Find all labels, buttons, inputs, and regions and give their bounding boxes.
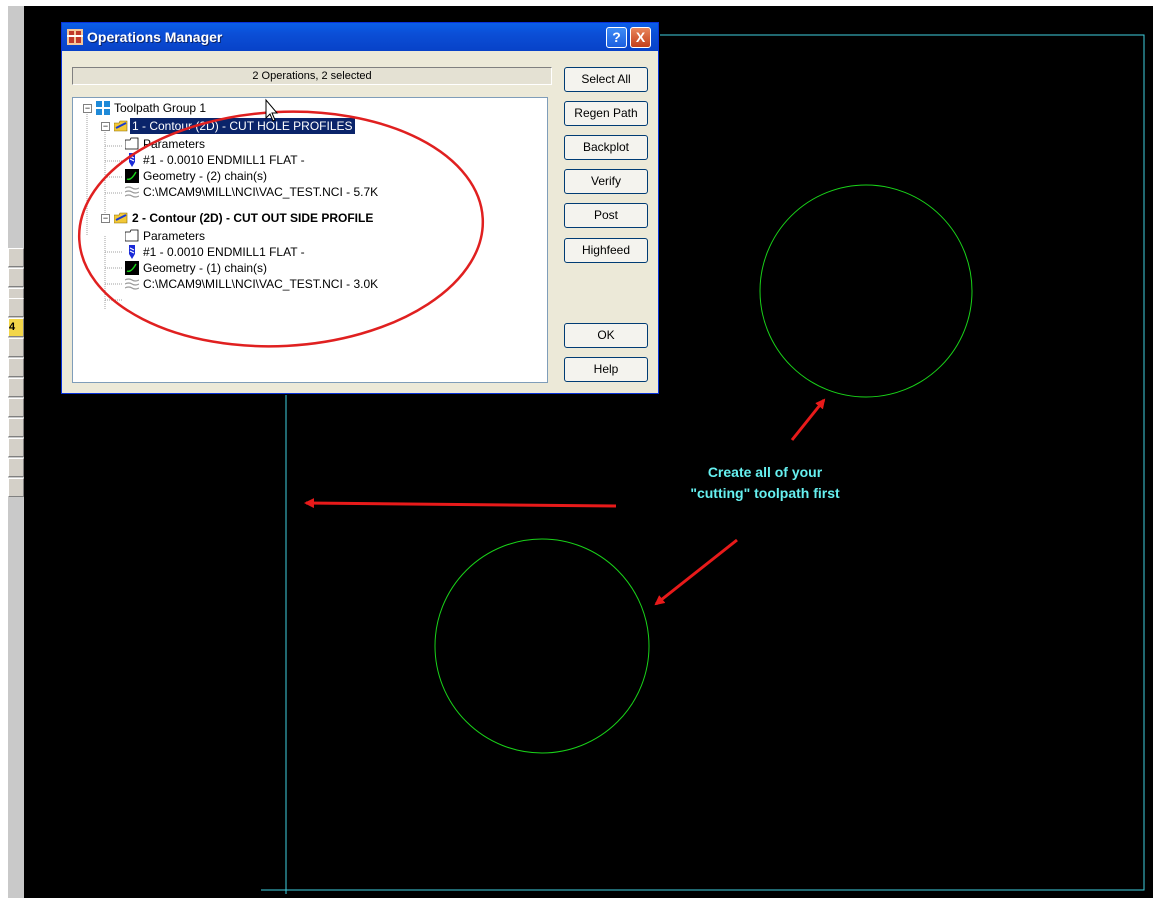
folder-icon (125, 137, 139, 150)
help-caption-button[interactable]: ? (606, 27, 627, 48)
nci-file-icon (125, 186, 139, 198)
collapse-icon[interactable]: − (83, 104, 92, 113)
toolbar-button[interactable] (8, 478, 24, 497)
tree-item-label: #1 - 0.0010 ENDMILL1 FLAT - (143, 153, 305, 167)
annotation-caption: Create all of your "cutting" toolpath fi… (620, 462, 910, 504)
backplot-button[interactable]: Backplot (564, 135, 648, 160)
toolbar-button[interactable] (8, 458, 24, 477)
collapse-icon[interactable]: − (101, 122, 110, 131)
arrow-to-right-circle (790, 398, 826, 441)
dialog-title: Operations Manager (87, 29, 223, 45)
tree-item-label: Geometry - (2) chain(s) (143, 169, 268, 183)
toolbar-button[interactable] (8, 298, 24, 317)
toolpath-group-icon (96, 101, 110, 115)
operation-folder-icon (114, 120, 128, 132)
toolbar-button[interactable] (8, 398, 24, 417)
endmill-icon (129, 153, 135, 167)
hole-circle-bottom (434, 538, 650, 754)
operations-tree[interactable]: − Toolpath Group 1 − 1 - Contour (2D) - … (72, 97, 548, 383)
operation-folder-icon (114, 212, 128, 224)
tree-node-tool[interactable]: #1 - 0.0010 ENDMILL1 FLAT - (113, 152, 413, 168)
left-edge-strip (0, 0, 8, 898)
tree-operation-label: 1 - Contour (2D) - CUT HOLE PROFILES (130, 118, 355, 134)
tree-item-label: Parameters (143, 137, 206, 151)
tree-item-label: C:\MCAM9\MILL\NCI\VAC_TEST.NCI - 3.0K (143, 277, 379, 291)
highfeed-button[interactable]: Highfeed (564, 238, 648, 263)
tree-node-nci-file[interactable]: C:\MCAM9\MILL\NCI\VAC_TEST.NCI - 3.0K (113, 276, 433, 292)
tree-node-group[interactable]: − Toolpath Group 1 (77, 100, 377, 116)
select-all-button[interactable]: Select All (564, 67, 648, 92)
verify-button[interactable]: Verify (564, 169, 648, 194)
toolbar-button[interactable] (8, 378, 24, 397)
annotation-line-1: Create all of your (707, 464, 823, 480)
dialog-titlebar[interactable]: Operations Manager ? X (62, 23, 658, 51)
collapse-icon[interactable]: − (101, 214, 110, 223)
toolbar-button[interactable] (8, 438, 24, 457)
tree-group-label: Toolpath Group 1 (114, 101, 207, 115)
operations-manager-dialog: Operations Manager ? X 2 Operations, 2 s… (61, 22, 659, 394)
toolbar-button-highlighted[interactable]: 4 (8, 318, 24, 337)
folder-icon (125, 229, 139, 242)
close-button[interactable]: X (630, 27, 651, 48)
annotation-line-2: "cutting" toolpath first (690, 485, 840, 501)
tree-node-nci-file[interactable]: C:\MCAM9\MILL\NCI\VAC_TEST.NCI - 5.7K (113, 184, 433, 200)
toolbar-button[interactable] (8, 418, 24, 437)
post-button[interactable]: Post (564, 203, 648, 228)
help-button[interactable]: Help (564, 357, 648, 382)
toolbar-button[interactable] (8, 358, 24, 377)
tree-item-label: Geometry - (1) chain(s) (143, 261, 268, 275)
tree-item-label: #1 - 0.0010 ENDMILL1 FLAT - (143, 245, 305, 259)
tree-node-parameters[interactable]: Parameters (113, 136, 413, 152)
tree-item-label: C:\MCAM9\MILL\NCI\VAC_TEST.NCI - 5.7K (143, 185, 379, 199)
tree-node-parameters[interactable]: Parameters (113, 228, 413, 244)
arrow-to-bottom-circle (654, 538, 738, 606)
tree-node-operation[interactable]: − 1 - Contour (2D) - CUT HOLE PROFILES (95, 118, 395, 134)
tree-operation-label: 2 - Contour (2D) - CUT OUT SIDE PROFILE (132, 211, 374, 225)
toolbar-button[interactable] (8, 248, 24, 267)
arrow-left (304, 498, 617, 509)
toolbar-button-label: 4 (9, 321, 16, 333)
toolbar-button[interactable] (8, 268, 24, 287)
geometry-icon (125, 261, 139, 275)
tree-node-geometry[interactable]: Geometry - (1) chain(s) (113, 260, 413, 276)
operations-status: 2 Operations, 2 selected (72, 67, 552, 85)
tree-node-tool[interactable]: #1 - 0.0010 ENDMILL1 FLAT - (113, 244, 413, 260)
endmill-icon (129, 245, 135, 259)
regen-path-button[interactable]: Regen Path (564, 101, 648, 126)
ok-button[interactable]: OK (564, 323, 648, 348)
tree-node-geometry[interactable]: Geometry - (2) chain(s) (113, 168, 413, 184)
tree-node-operation[interactable]: − 2 - Contour (2D) - CUT OUT SIDE PROFIL… (95, 210, 455, 226)
tree-item-label: Parameters (143, 229, 206, 243)
mastercam-app-icon (67, 29, 83, 45)
toolbar-button[interactable] (8, 338, 24, 357)
nci-file-icon (125, 278, 139, 290)
hole-circle-right (759, 184, 973, 398)
geometry-icon (125, 169, 139, 183)
